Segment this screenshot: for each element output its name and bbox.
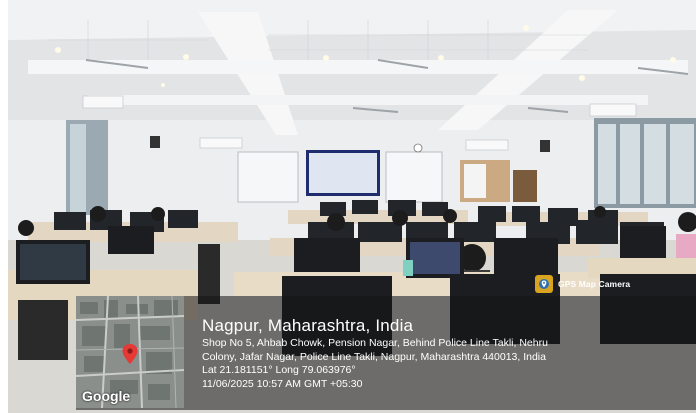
address-line-2: Colony, Jafar Nagar, Police Line Takli, … xyxy=(202,350,546,363)
gps-camera-badge: GPS Map Camera xyxy=(535,274,630,294)
location-info: Nagpur, Maharashtra, India Shop No 5, Ah… xyxy=(202,316,692,391)
address-line-1: Shop No 5, Ahbab Chowk, Pension Nagar, B… xyxy=(202,337,548,349)
map-pin-icon xyxy=(535,275,553,293)
place-name: Nagpur, Maharashtra, India xyxy=(202,316,414,335)
google-logo: Google xyxy=(82,388,131,404)
photo-frame: GPS Map Camera Google Nagpur, Maharashtr… xyxy=(0,0,696,413)
coordinates: Lat 21.181151° Long 79.063976° xyxy=(202,364,356,376)
map-thumbnail: Google xyxy=(76,296,184,408)
datetime: 11/06/2025 10:57 AM GMT +05:30 xyxy=(202,377,363,390)
gps-camera-label: GPS Map Camera xyxy=(558,279,631,289)
